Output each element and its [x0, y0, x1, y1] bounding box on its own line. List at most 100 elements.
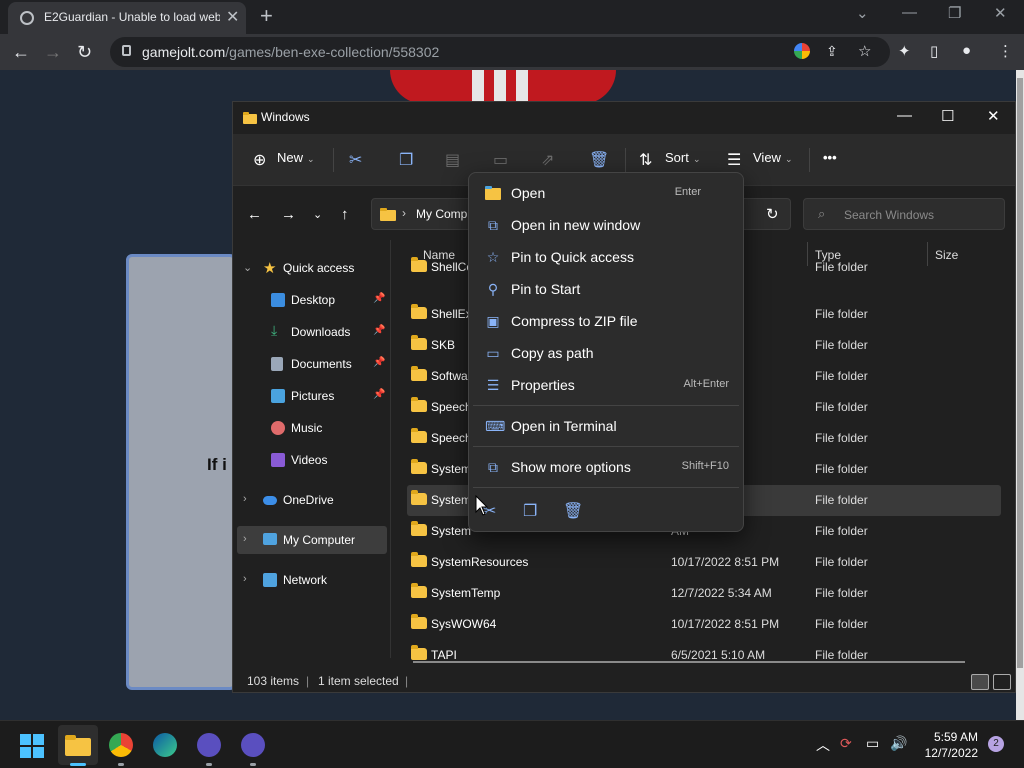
sidebar-item-onedrive[interactable]: › OneDrive — [233, 486, 389, 514]
chevron-down-icon: ⌄ — [307, 154, 315, 164]
close-icon[interactable]: ✕ — [987, 107, 1000, 125]
tiles-view-icon[interactable] — [993, 674, 1011, 690]
sidebar-item-music[interactable]: Music — [233, 414, 389, 442]
sidebar-item-pictures[interactable]: Pictures 📌 — [233, 382, 389, 410]
sort-button[interactable]: Sort — [665, 150, 689, 165]
chevron-right-icon[interactable]: › — [243, 493, 247, 505]
sidebar-item-downloads[interactable]: ⤓ Downloads 📌 — [233, 318, 389, 346]
reload-icon[interactable]: ↻ — [77, 42, 92, 63]
back-icon[interactable]: ← — [12, 42, 30, 63]
minimize-icon[interactable]: — — [902, 4, 917, 21]
paste-icon[interactable]: ▤ — [445, 150, 460, 170]
rename-icon[interactable]: ▭ — [493, 150, 508, 170]
menu-item-show-more-options[interactable]: ⧉ Show more options Shift+F10 — [473, 451, 739, 483]
menu-icon[interactable]: ⋮ — [998, 42, 1013, 60]
cut-icon[interactable]: ✂ — [349, 150, 362, 170]
share-icon[interactable]: ⇪ — [826, 43, 838, 60]
delete-icon[interactable]: 🗑 — [589, 150, 609, 170]
up-icon[interactable]: ↑ — [341, 206, 349, 223]
menu-item-open-new-window[interactable]: ⧉ Open in new window — [473, 209, 739, 241]
menu-item-open-terminal[interactable]: ⌨ Open in Terminal — [473, 410, 739, 442]
sidebar-item-desktop[interactable]: Desktop 📌 — [233, 286, 389, 314]
folder-icon — [411, 428, 427, 443]
music-icon — [271, 421, 285, 435]
browser-tab[interactable]: E2Guardian - Unable to load webpage ✕ — [8, 2, 246, 34]
search-input[interactable]: Search Windows — [844, 208, 934, 222]
table-row[interactable]: SystemResources 10/17/2022 8:51 PM File fo… — [407, 547, 1001, 578]
network-status-icon[interactable]: ▭ — [866, 735, 879, 752]
copy-icon[interactable]: ❐ — [399, 150, 413, 170]
sync-icon[interactable]: ⟳ — [840, 735, 852, 752]
horizontal-scrollbar[interactable] — [413, 661, 965, 663]
view-button[interactable]: View — [753, 150, 781, 165]
forward-icon[interactable]: → — [44, 42, 62, 63]
new-plus-icon[interactable]: ⊕ — [253, 150, 266, 170]
file-explorer-icon[interactable] — [65, 734, 91, 756]
address-bar[interactable]: gamejolt.com/games/ben-exe-collection/55… — [110, 37, 890, 67]
page-scrollbar[interactable] — [1016, 70, 1024, 720]
menu-item-properties[interactable]: ☰ Properties Alt+Enter — [473, 369, 739, 401]
google-lens-icon[interactable] — [794, 43, 810, 59]
search-box[interactable]: ⌕ Search Windows — [803, 198, 1005, 230]
sidebar-item-documents[interactable]: Documents 📌 — [233, 350, 389, 378]
file-name: Softwa — [431, 369, 468, 383]
url-text: gamejolt.com/games/ben-exe-collection/55… — [142, 44, 440, 60]
sidebar-item-my-computer[interactable]: › My Computer — [237, 526, 387, 554]
menu-item-pin-start[interactable]: ⚲ Pin to Start — [473, 273, 739, 305]
app-icon-1[interactable] — [197, 733, 221, 757]
back-icon[interactable]: ← — [247, 206, 262, 223]
chevron-down-icon[interactable]: ⌄ — [243, 261, 252, 274]
file-name: ShellEx — [431, 307, 472, 321]
volume-icon[interactable]: 🔊 — [890, 735, 907, 752]
app-icon-2[interactable] — [241, 733, 265, 757]
lock-icon[interactable] — [122, 45, 131, 56]
windows-start-icon[interactable] — [20, 734, 44, 758]
clock[interactable]: 5:59 AM 12/7/2022 — [925, 729, 978, 761]
maximize-icon[interactable]: ☐ — [941, 107, 954, 125]
see-more-button[interactable]: ••• — [823, 150, 837, 165]
sort-icon[interactable]: ⇅ — [639, 150, 652, 170]
menu-item-open[interactable]: Open Enter — [473, 177, 739, 209]
copy-icon[interactable]: ❐ — [523, 501, 537, 521]
recent-chevron-icon[interactable]: ⌄ — [313, 208, 322, 221]
side-panel-icon[interactable]: ▯ — [930, 42, 938, 60]
sidebar-item-videos[interactable]: Videos — [233, 446, 389, 474]
file-name: System — [431, 493, 472, 507]
show-hidden-icons-icon[interactable]: ︿ — [816, 735, 830, 755]
view-icon[interactable]: ☰ — [727, 150, 741, 170]
sidebar-item-network[interactable]: › Network — [233, 566, 389, 594]
table-row[interactable]: SysWOW64 10/17/2022 8:51 PM File folder — [407, 609, 1001, 640]
menu-item-copy-path[interactable]: ▭ Copy as path — [473, 337, 739, 369]
chrome-icon[interactable] — [109, 733, 133, 757]
notification-badge[interactable]: 2 — [988, 736, 1004, 752]
pin-icon: 📌 — [373, 357, 386, 368]
share-icon[interactable]: ⇗ — [541, 150, 554, 170]
file-type: File folder — [815, 493, 868, 507]
delete-icon[interactable]: 🗑 — [563, 501, 583, 521]
tab-title: E2Guardian - Unable to load webpage — [44, 10, 220, 24]
refresh-icon[interactable]: ↻ — [766, 205, 779, 223]
menu-item-compress-zip[interactable]: ▣ Compress to ZIP file — [473, 305, 739, 337]
sidebar-item-quick-access[interactable]: ⌄ ★ Quick access — [233, 254, 389, 282]
edge-icon[interactable] — [153, 733, 177, 757]
profile-icon[interactable]: ● — [962, 42, 971, 59]
menu-item-pin-quick-access[interactable]: ☆ Pin to Quick access — [473, 241, 739, 273]
table-row[interactable]: TAPI 6/5/2021 5:10 AM File folder — [407, 640, 1001, 660]
window-title: Windows — [261, 110, 310, 124]
tab-search-icon[interactable]: ⌄ — [856, 4, 869, 22]
bookmark-star-icon[interactable]: ☆ — [858, 42, 871, 60]
forward-icon[interactable]: → — [281, 206, 296, 223]
file-name: ShellCo — [431, 260, 474, 274]
new-tab-icon[interactable]: + — [260, 3, 273, 29]
restore-icon[interactable]: ❐ — [948, 4, 961, 22]
chevron-right-icon[interactable]: › — [243, 533, 247, 545]
explorer-titlebar[interactable]: Windows — ☐ ✕ — [233, 102, 1015, 134]
chevron-right-icon[interactable]: › — [243, 573, 247, 585]
close-window-icon[interactable]: ✕ — [994, 4, 1007, 22]
new-button[interactable]: New — [277, 150, 303, 165]
minimize-icon[interactable]: — — [897, 107, 912, 124]
table-row[interactable]: SystemTemp 12/7/2022 5:34 AM File folder — [407, 578, 1001, 609]
details-view-icon[interactable] — [971, 674, 989, 690]
extensions-icon[interactable]: ✦ — [898, 42, 911, 60]
close-tab-icon[interactable]: ✕ — [226, 7, 239, 27]
